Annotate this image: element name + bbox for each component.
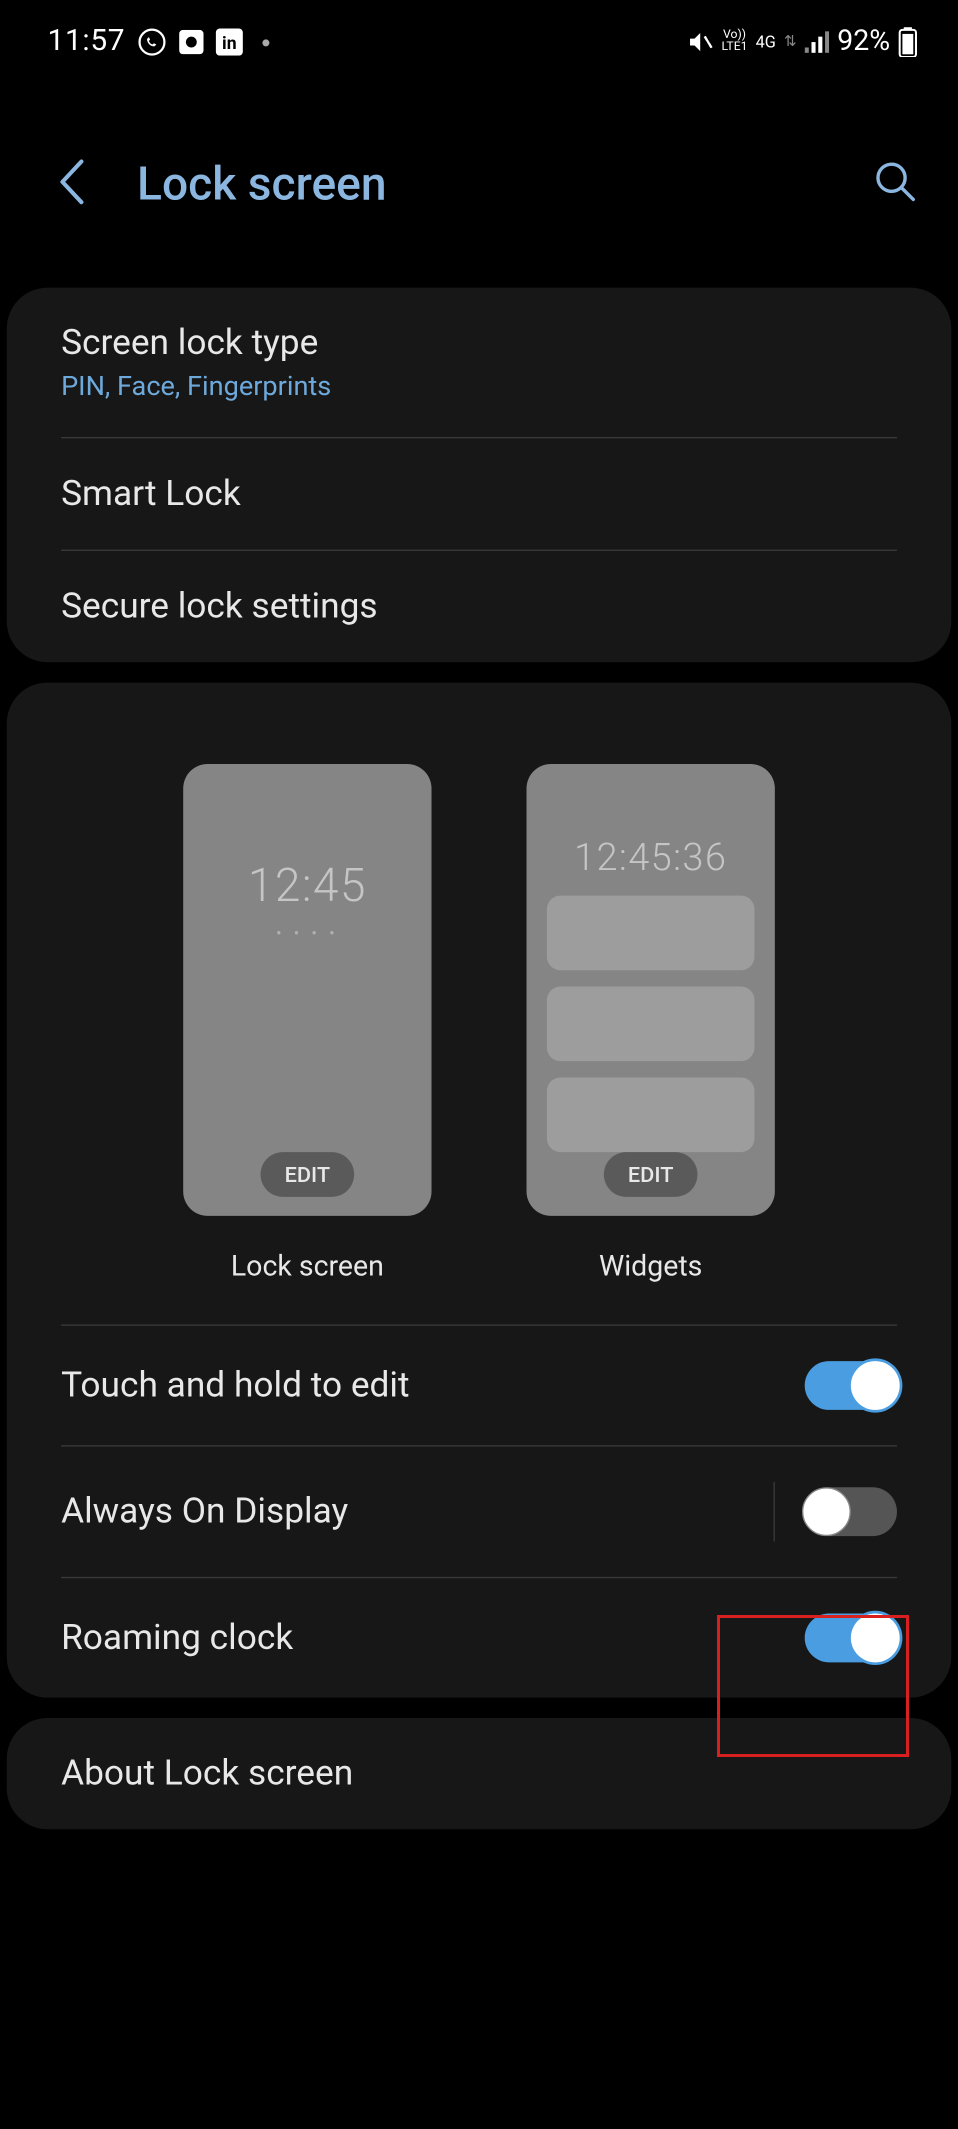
edit-button[interactable]: EDIT [260,1152,354,1197]
touch-hold-toggle[interactable] [805,1361,897,1410]
whatsapp-icon [137,26,167,56]
screen-lock-type-row[interactable]: Screen lock type PIN, Face, Fingerprints [7,288,951,437]
widgets-thumbnail: 12:45:36 EDIT [527,764,775,1216]
always-on-display-row[interactable]: Always On Display [7,1447,951,1577]
widgets-preview[interactable]: 12:45:36 EDIT Widgets [527,764,775,1284]
preview-row: 12:45 • • • • EDIT Lock screen 12:45:36 … [7,683,951,1325]
row-title: Screen lock type [61,323,897,364]
row-title: Touch and hold to edit [61,1365,805,1406]
status-time: 11:57 [47,24,125,58]
search-icon[interactable] [874,160,917,209]
status-left: 11:57 in ● [47,24,270,58]
widget-placeholder [547,896,755,971]
row-title: About Lock screen [61,1753,897,1794]
preview-clock: 12:45:36 [574,835,727,880]
status-bar: 11:57 in ● Vo)) LTE1 4G ⇅ 92% [0,0,958,75]
row-subtitle: PIN, Face, Fingerprints [61,369,897,402]
battery-percent: 92% [837,25,890,58]
preview-dots: • • • • [276,924,339,943]
dot-icon: ● [261,32,271,51]
row-title: Roaming clock [61,1618,805,1659]
lockscreen-thumbnail: 12:45 • • • • EDIT [183,764,431,1216]
page-title: Lock screen [137,157,874,211]
preview-label: Lock screen [231,1251,384,1284]
secure-lock-settings-row[interactable]: Secure lock settings [7,551,951,662]
preview-clock: 12:45 [248,859,367,913]
smart-lock-row[interactable]: Smart Lock [7,438,951,549]
row-title: Secure lock settings [61,586,897,627]
app-icon [180,29,204,53]
display-settings-card: 12:45 • • • • EDIT Lock screen 12:45:36 … [7,683,951,1698]
roaming-clock-row[interactable]: Roaming clock [7,1578,951,1697]
mute-icon [686,28,713,55]
row-title: Smart Lock [61,474,897,515]
back-icon[interactable] [54,156,89,213]
roaming-clock-toggle[interactable] [805,1613,897,1662]
page-header: Lock screen [0,75,958,268]
volte-icon: Vo)) LTE1 [721,29,747,53]
widget-placeholder [547,1077,755,1152]
row-title: Always On Display [61,1491,773,1532]
touch-hold-edit-row[interactable]: Touch and hold to edit [7,1326,951,1445]
edit-button[interactable]: EDIT [603,1152,697,1197]
toggle-divider [773,1482,774,1542]
updown-icon: ⇅ [784,33,797,51]
always-on-display-toggle[interactable] [805,1487,897,1536]
lock-settings-card: Screen lock type PIN, Face, Fingerprints… [7,288,951,663]
battery-icon [898,26,917,56]
preview-label: Widgets [599,1251,702,1284]
status-right: Vo)) LTE1 4G ⇅ 92% [686,25,917,58]
signal-icon [805,31,829,53]
svg-text:in: in [222,33,237,53]
linkedin-icon: in [216,28,243,55]
widget-placeholder [547,987,755,1062]
about-lock-screen-row[interactable]: About Lock screen [7,1718,951,1829]
about-card: About Lock screen [7,1718,951,1829]
lockscreen-preview[interactable]: 12:45 • • • • EDIT Lock screen [183,764,431,1284]
network-type: 4G [756,35,776,49]
